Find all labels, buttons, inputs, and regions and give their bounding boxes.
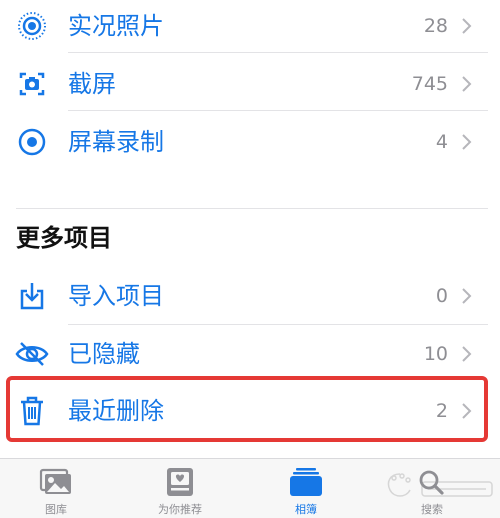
chevron-right-icon <box>460 131 474 153</box>
media-count: 4 <box>435 131 448 153</box>
more-label: 已隐藏 <box>68 340 140 368</box>
media-count: 745 <box>411 73 448 95</box>
more-count: 10 <box>423 343 448 365</box>
more-row-hidden[interactable]: 已隐藏 10 <box>0 334 500 374</box>
tab-label: 图库 <box>45 503 67 516</box>
media-label: 实况照片 <box>68 12 164 40</box>
highlight-box <box>6 376 488 442</box>
hidden-eye-icon <box>14 336 50 372</box>
import-icon <box>14 278 50 314</box>
library-icon <box>38 467 74 497</box>
tab-label: 相簿 <box>295 503 317 516</box>
more-count: 0 <box>435 285 448 307</box>
divider <box>68 110 488 111</box>
divider <box>68 52 488 53</box>
media-row-live-photos[interactable]: 实况照片 28 <box>0 6 500 46</box>
for-you-icon <box>162 467 198 497</box>
chevron-right-icon <box>460 73 474 95</box>
section-divider <box>16 208 488 209</box>
more-label: 导入项目 <box>68 282 164 310</box>
divider <box>68 324 488 325</box>
tab-albums[interactable]: 相簿 <box>266 459 346 518</box>
screenshot-icon <box>14 66 50 102</box>
media-label: 截屏 <box>68 70 116 98</box>
tab-library[interactable]: 图库 <box>16 459 96 518</box>
screen-recording-icon <box>14 124 50 160</box>
section-title: 更多项目 <box>16 224 112 252</box>
chevron-right-icon <box>460 285 474 307</box>
albums-icon <box>288 467 324 497</box>
media-label: 屏幕录制 <box>68 128 164 156</box>
chevron-right-icon <box>460 15 474 37</box>
tab-label: 为你推荐 <box>158 503 202 516</box>
media-row-screen-recordings[interactable]: 屏幕录制 4 <box>0 122 500 162</box>
watermark-logo <box>378 468 496 508</box>
media-count: 28 <box>423 15 448 37</box>
live-photos-icon <box>14 8 50 44</box>
chevron-right-icon <box>460 343 474 365</box>
tab-for-you[interactable]: 为你推荐 <box>140 459 220 518</box>
media-row-screenshots[interactable]: 截屏 745 <box>0 64 500 104</box>
more-row-imports[interactable]: 导入项目 0 <box>0 276 500 316</box>
